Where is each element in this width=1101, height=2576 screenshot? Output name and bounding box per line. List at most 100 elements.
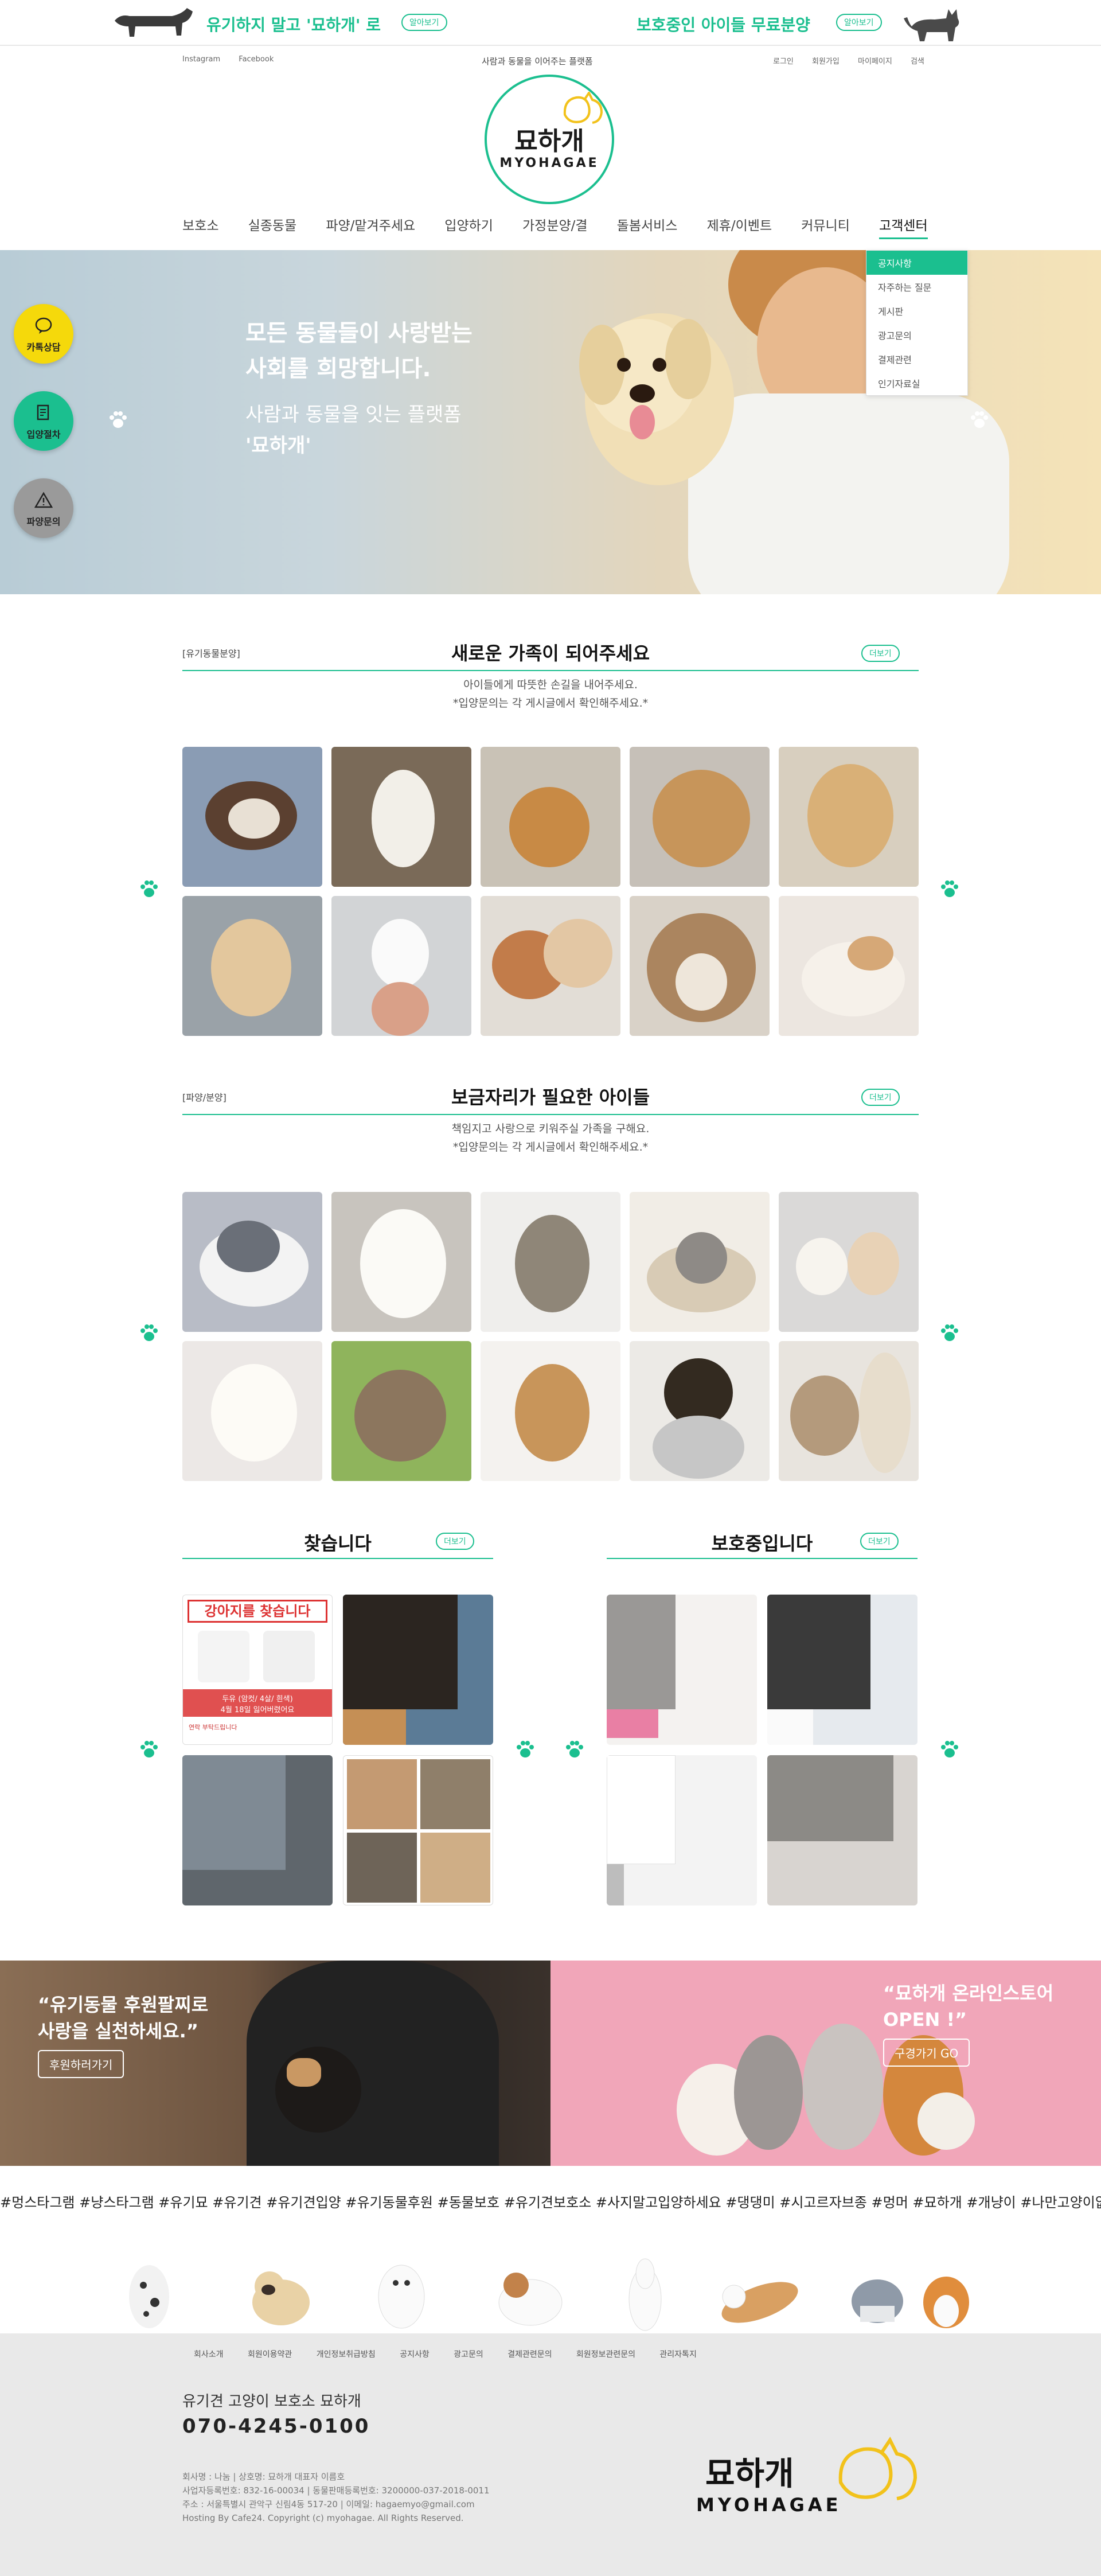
section2-more-button[interactable]: 더보기 bbox=[861, 1089, 900, 1106]
nav-home-adoption[interactable]: 가정분양/결 bbox=[522, 215, 588, 234]
section1-divider bbox=[182, 670, 919, 671]
pet-card[interactable] bbox=[182, 896, 322, 1036]
pet-card[interactable] bbox=[779, 1341, 919, 1481]
pet-card[interactable] bbox=[481, 1192, 620, 1332]
social-links: Instagram Facebook bbox=[182, 55, 290, 64]
nav-care-service[interactable]: 돌봄서비스 bbox=[617, 215, 678, 234]
section2-next-arrow-icon[interactable] bbox=[938, 1322, 961, 1344]
pet-card[interactable] bbox=[607, 1755, 757, 1905]
dropdown-notice[interactable]: 공지사항 bbox=[866, 251, 967, 275]
dropdown-payment[interactable]: 결제관련 bbox=[866, 347, 967, 371]
site-logo[interactable]: 묘하개 MYOHAGAE bbox=[485, 75, 614, 204]
protected-prev-arrow-icon[interactable] bbox=[563, 1738, 586, 1761]
pet-card[interactable] bbox=[779, 747, 919, 887]
pet-card[interactable] bbox=[343, 1595, 493, 1745]
footer-dog-cat-logo-icon bbox=[838, 2437, 918, 2500]
adoption-process-button[interactable]: 입양절차 bbox=[14, 391, 73, 451]
missing-poster-card[interactable]: 강아지를 찾습니다 두유 (암컷/ 4살/ 흰색) 4월 18일 잃어버렸어요 … bbox=[182, 1595, 333, 1745]
pet-card[interactable] bbox=[481, 747, 620, 887]
pet-card[interactable] bbox=[630, 1192, 770, 1332]
nav-partnership[interactable]: 제휴/이벤트 bbox=[707, 215, 772, 234]
protected-more-button[interactable]: 더보기 bbox=[860, 1533, 899, 1550]
pet-card[interactable] bbox=[779, 896, 919, 1036]
footer-logo-english: MYOHAGAE bbox=[696, 2494, 842, 2516]
pet-collage-card[interactable] bbox=[343, 1755, 493, 1905]
pet-card[interactable] bbox=[331, 747, 471, 887]
dog-illustrations bbox=[129, 2258, 969, 2331]
login-link[interactable]: 로그인 bbox=[773, 57, 794, 66]
dropdown-ad-inquiry[interactable]: 광고문의 bbox=[866, 323, 967, 347]
section1-prev-arrow-icon[interactable] bbox=[138, 878, 161, 901]
dropdown-popular[interactable]: 인기자료실 bbox=[866, 371, 967, 395]
pet-card[interactable] bbox=[182, 747, 322, 887]
search-link[interactable]: 검색 bbox=[911, 57, 924, 66]
protected-next-arrow-icon[interactable] bbox=[938, 1738, 961, 1761]
wanted-next-arrow-icon[interactable] bbox=[514, 1738, 537, 1761]
pet-card[interactable] bbox=[182, 1341, 322, 1481]
wanted-more-button[interactable]: 더보기 bbox=[436, 1533, 474, 1550]
nav-missing[interactable]: 실종동물 bbox=[248, 215, 297, 234]
donate-button[interactable]: 후원하러가기 bbox=[38, 2050, 124, 2078]
surrender-inquiry-label: 파양문의 bbox=[26, 516, 61, 527]
jack-russell-illustration bbox=[498, 2273, 563, 2326]
store-headline: “묘하개 온라인스토어 OPEN !” bbox=[883, 1980, 1053, 2033]
pet-card[interactable] bbox=[331, 1192, 471, 1332]
section1-more-button[interactable]: 더보기 bbox=[861, 645, 900, 662]
pet-card[interactable] bbox=[779, 1192, 919, 1332]
nav-customer-center[interactable]: 고객센터 bbox=[879, 215, 928, 239]
nav-surrender[interactable]: 파양/맡겨주세요 bbox=[326, 215, 415, 234]
store-headline-line1: “묘하개 온라인스토어 bbox=[883, 1982, 1054, 2004]
instagram-link[interactable]: Instagram bbox=[182, 55, 220, 64]
pet-card[interactable] bbox=[331, 1341, 471, 1481]
pet-card[interactable] bbox=[630, 747, 770, 887]
section1-next-arrow-icon[interactable] bbox=[938, 878, 961, 901]
facebook-link[interactable]: Facebook bbox=[239, 55, 274, 64]
pet-card[interactable] bbox=[630, 896, 770, 1036]
donation-banner[interactable]: “유기동물 후원팔찌로 사랑을 실천하세요.” 후원하러가기 bbox=[0, 1961, 550, 2166]
section1-description: 아이들에게 따뜻한 손길을 내어주세요. *입양문의는 각 게시글에서 확인해주… bbox=[182, 676, 919, 712]
footer-link-ad[interactable]: 광고문의 bbox=[454, 2350, 483, 2359]
pet-card[interactable] bbox=[607, 1595, 757, 1745]
footer-links: 회사소개 회원이용약관 개인정보취급방침 공지사항 광고문의 결제관련문의 회원… bbox=[194, 2348, 719, 2360]
footer-info-line2: 사업자등록번호: 832-16-00034 | 동물판매등록번호: 320000… bbox=[182, 2485, 490, 2496]
footer-link-member-info[interactable]: 회원정보관련문의 bbox=[576, 2350, 635, 2359]
store-go-button[interactable]: 구경가기 GO bbox=[883, 2039, 970, 2067]
footer-link-about[interactable]: 회사소개 bbox=[194, 2350, 224, 2359]
footer-info-line1: 회사명 : 나눔 | 상호명: 묘하개 대표자 이름호 bbox=[182, 2472, 345, 2482]
hero-subline-line2: '묘하개' bbox=[245, 434, 311, 457]
footer-link-privacy[interactable]: 개인정보취급방침 bbox=[317, 2350, 376, 2359]
footer-link-payment[interactable]: 결제관련문의 bbox=[507, 2350, 552, 2359]
hero-prev-arrow-icon[interactable] bbox=[107, 408, 130, 431]
pet-card[interactable] bbox=[182, 1192, 322, 1332]
pet-card[interactable] bbox=[767, 1595, 918, 1745]
section2-prev-arrow-icon[interactable] bbox=[138, 1322, 161, 1344]
footer-link-notice[interactable]: 공지사항 bbox=[400, 2350, 430, 2359]
surrender-inquiry-button[interactable]: 파양문의 bbox=[14, 478, 73, 538]
pet-card[interactable] bbox=[182, 1755, 333, 1905]
pet-card[interactable] bbox=[767, 1755, 918, 1905]
mypage-link[interactable]: 마이페이지 bbox=[858, 57, 892, 66]
pet-card[interactable] bbox=[630, 1341, 770, 1481]
wanted-prev-arrow-icon[interactable] bbox=[138, 1738, 161, 1761]
nav-adopt[interactable]: 입양하기 bbox=[444, 215, 493, 234]
pet-card[interactable] bbox=[481, 1341, 620, 1481]
donation-headline-line2: 사랑을 실천하세요.” bbox=[38, 2020, 198, 2042]
hero-next-arrow-icon[interactable] bbox=[968, 408, 991, 431]
store-banner[interactable]: “묘하개 온라인스토어 OPEN !” 구경가기 GO bbox=[550, 1961, 1101, 2166]
kakao-chat-button[interactable]: 카톡상담 bbox=[14, 304, 73, 364]
dropdown-faq[interactable]: 자주하는 질문 bbox=[866, 275, 967, 299]
footer-link-terms[interactable]: 회원이용약관 bbox=[248, 2350, 292, 2359]
right-promo-button[interactable]: 알아보기 bbox=[836, 14, 882, 31]
footer-info-line4: Hosting By Cafe24. Copyright (c) myohaga… bbox=[182, 2513, 464, 2523]
signup-link[interactable]: 회원가입 bbox=[812, 57, 840, 66]
nav-community[interactable]: 커뮤니티 bbox=[801, 215, 850, 234]
left-promo-button[interactable]: 알아보기 bbox=[401, 14, 447, 31]
footer-link-admin[interactable]: 관리자톡지 bbox=[659, 2350, 696, 2359]
donation-headline: “유기동물 후원팔찌로 사랑을 실천하세요.” bbox=[38, 1992, 208, 2044]
hero-headline: 모든 동물들이 사랑받는 사회를 희망합니다. bbox=[245, 315, 473, 387]
pet-card[interactable] bbox=[331, 896, 471, 1036]
section2-grid bbox=[182, 1192, 919, 1481]
nav-shelter[interactable]: 보호소 bbox=[182, 215, 218, 234]
pet-card[interactable] bbox=[481, 896, 620, 1036]
dropdown-board[interactable]: 게시판 bbox=[866, 299, 967, 323]
